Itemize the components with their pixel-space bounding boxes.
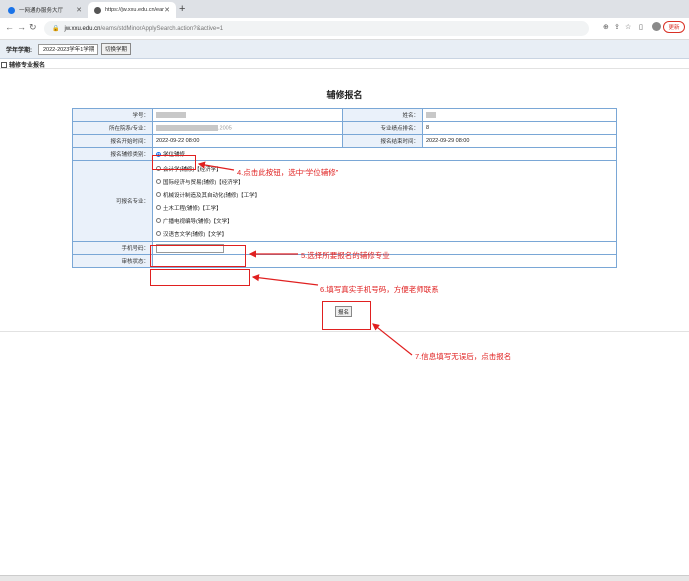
student-id-label: 学号： — [72, 108, 153, 122]
major-label: 土木工程(辅修)【工学】 — [163, 205, 222, 212]
new-tab-icon[interactable]: + — [179, 3, 185, 15]
share-icon[interactable]: ⇪ — [614, 23, 620, 31]
highlight-major-option — [150, 245, 246, 267]
annotation-step7: 7.信息填写无误后，点击报名 — [415, 352, 512, 361]
lock-icon: 🔒 — [52, 26, 60, 32]
section-icon — [1, 61, 7, 68]
side-panel-icon[interactable]: ▯ — [639, 23, 643, 31]
redacted-text — [156, 124, 218, 131]
dept-label: 所在院系/专业： — [72, 121, 153, 135]
minor-application-form: 学号： 姓名： 所在院系/专业： .2005 专业绩点排名： 8 报名开始时间：… — [72, 108, 617, 268]
dept-suffix: .2005 — [218, 125, 232, 132]
close-icon[interactable]: ✕ — [164, 6, 170, 14]
highlight-phone-input — [150, 269, 250, 286]
major-option[interactable]: 广播电视编导(辅修)【文学】 — [156, 214, 613, 227]
globe-favicon-icon — [94, 6, 101, 14]
major-label: 汉语言文学(辅修)【文学】 — [163, 231, 228, 238]
majors-cell: 会计学(辅修)【经济学】 国际经济与贸易(辅修)【经济学】 机械设计制造及其自动… — [152, 160, 617, 242]
major-radio[interactable] — [156, 179, 161, 184]
zoom-icon[interactable]: ⊕ — [603, 23, 609, 31]
start-time-label: 报名开始时间： — [72, 134, 153, 148]
term-select[interactable]: 2022-2023学年1学期 — [38, 43, 98, 55]
browser-tabbar: 一网通办服务大厅 ✕ https://jw.xxu.edu.cn/eams/st… — [0, 0, 689, 18]
close-icon[interactable]: ✕ — [76, 6, 82, 14]
minor-type-label: 报名辅修类别： — [72, 147, 153, 161]
tab-title: 一网通办服务大厅 — [19, 8, 64, 14]
update-button[interactable]: 更新 — [663, 21, 685, 33]
redacted-text — [426, 111, 436, 118]
majors-label: 可报名专业： — [72, 160, 153, 242]
browser-tab-inactive[interactable]: 一网通办服务大厅 ✕ — [2, 2, 88, 18]
major-radio[interactable] — [156, 231, 161, 236]
minor-type-cell: 学位辅修 — [152, 147, 617, 161]
gpa-rank-label: 专业绩点排名： — [342, 121, 423, 135]
browser-toolbar: ← → ↻ 🔒 jw.xxu.edu.cn /eams/stdMinorAppl… — [0, 18, 689, 40]
back-arrow-icon[interactable]: ← — [5, 22, 14, 32]
major-option[interactable]: 机械设计制造及其自动化(辅修)【工学】 — [156, 188, 613, 201]
major-option[interactable]: 会计学(辅修)【经济学】 — [156, 162, 613, 175]
end-time-value: 2022-09-29 08:00 — [422, 134, 617, 148]
annotation-step6: 6.填写真实手机号码，方便老师联系 — [320, 285, 439, 294]
url-path: /eams/stdMinorApplySearch.action?&active… — [100, 25, 224, 32]
major-label: 国际经济与贸易(辅修)【经济学】 — [163, 179, 244, 186]
url-host: jw.xxu.edu.cn — [64, 25, 101, 32]
term-label: 学年学期: — [6, 47, 32, 54]
browser-tab-active[interactable]: https://jw.xxu.edu.cn/eams/st ✕ — [88, 2, 176, 18]
address-bar[interactable]: 🔒 jw.xxu.edu.cn /eams/stdMinorApplySearc… — [44, 21, 589, 36]
profile-avatar[interactable] — [652, 22, 661, 31]
highlight-submit-button — [322, 301, 371, 330]
tab-title: https://jw.xxu.edu.cn/eams/st — [105, 7, 164, 13]
page-title: 辅修报名 — [326, 90, 363, 100]
student-id-value — [152, 108, 343, 122]
reload-icon[interactable]: ↻ — [29, 22, 37, 33]
switch-term-button[interactable]: 切换学期 — [101, 43, 132, 55]
highlight-degree-minor — [152, 155, 196, 170]
major-radio[interactable] — [156, 192, 161, 197]
major-option[interactable]: 汉语言文学(辅修)【文学】 — [156, 227, 613, 240]
gpa-rank-value: 8 — [422, 121, 617, 135]
forward-arrow-icon[interactable]: → — [17, 22, 26, 32]
start-time-value: 2022-09-22 08:00 — [152, 134, 343, 148]
redacted-text — [156, 111, 186, 118]
major-radio[interactable] — [156, 218, 161, 223]
annotation-step5: 5.选择所要报名的辅修专业 — [301, 251, 390, 260]
name-label: 姓名： — [342, 108, 423, 122]
major-label: 机械设计制造及其自动化(辅修)【工学】 — [163, 192, 261, 199]
major-option[interactable]: 国际经济与贸易(辅修)【经济学】 — [156, 175, 613, 188]
term-bar: 学年学期: 2022-2023学年1学期 切换学期 — [0, 40, 689, 59]
dept-value: .2005 — [152, 121, 343, 135]
major-option[interactable]: 土木工程(辅修)【工学】 — [156, 201, 613, 214]
end-time-label: 报名结束时间： — [342, 134, 423, 148]
horizontal-scrollbar[interactable] — [0, 575, 689, 581]
name-value — [422, 108, 617, 122]
major-label: 广播电视编导(辅修)【文学】 — [163, 218, 233, 225]
major-radio[interactable] — [156, 205, 161, 210]
service-hall-favicon-icon — [8, 6, 15, 14]
phone-label: 手机号码： — [72, 241, 153, 255]
review-status-label: 审核状态： — [72, 254, 153, 268]
annotation-step4: 4.点击此按钮，选中“学位辅修” — [237, 168, 339, 177]
bookmark-star-icon[interactable]: ☆ — [625, 23, 631, 31]
